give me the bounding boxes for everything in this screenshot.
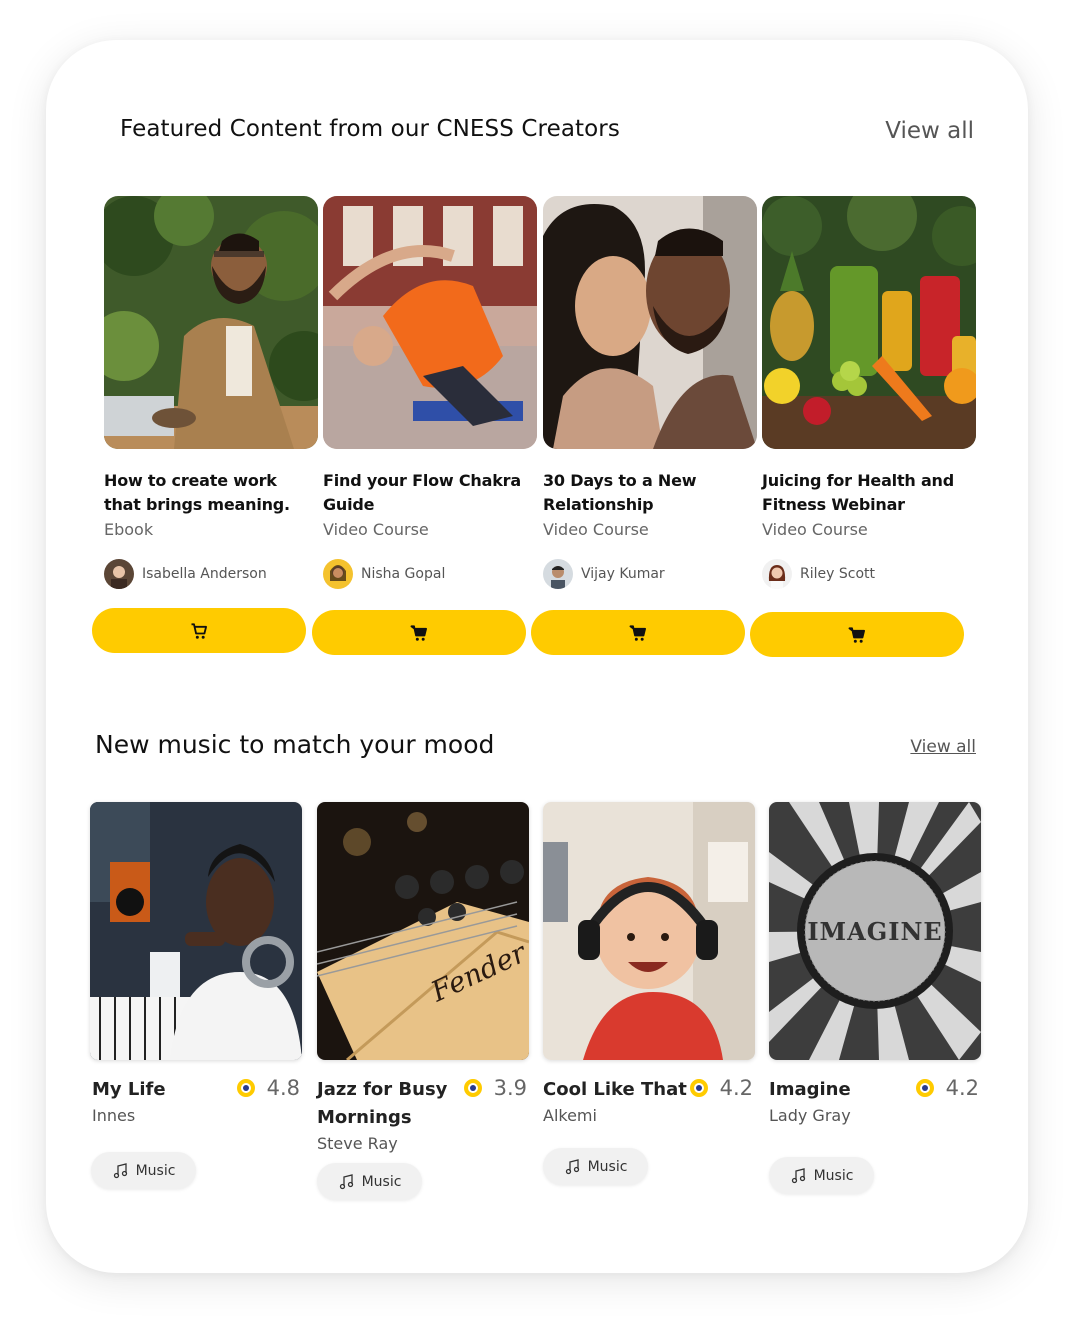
author[interactable]: Vijay Kumar [543,559,757,589]
featured-thumbnail[interactable] [104,196,318,449]
author[interactable]: Isabella Anderson [104,559,318,589]
featured-type: Ebook [104,520,154,539]
avatar [762,559,792,589]
cart-icon [410,624,427,641]
music-cover[interactable] [543,802,755,1060]
featured-title[interactable]: Find your Flow Chakra Guide [323,469,537,517]
music-title-row: Cool Like That 4.2 [543,1076,757,1104]
music-artist: Lady Gray [769,1106,851,1125]
music-tag-label: Music [361,1173,402,1190]
music-title[interactable]: Cool Like That [543,1076,693,1104]
avatar [543,559,573,589]
add-to-cart-button[interactable] [750,612,964,657]
avatar [104,559,134,589]
featured-type: Video Course [543,520,649,539]
music-cover[interactable]: IMAGINE [769,802,981,1060]
cart-icon [629,624,646,641]
music-title-row: Jazz for Busy Mornings 3.9 [317,1076,531,1132]
featured-title[interactable]: Juicing for Health and Fitness Webinar [762,469,976,517]
rating: 4.2 [915,1076,979,1100]
featured-thumbnail[interactable] [323,196,537,449]
rating: 3.9 [463,1076,527,1100]
author-name: Nisha Gopal [361,566,446,582]
content-panel: Featured Content from our CNESS Creators… [46,40,1028,1273]
coin-icon [463,1079,482,1097]
featured-thumbnail[interactable] [543,196,757,449]
music-card[interactable]: My Life 4.8 Innes [90,802,304,1125]
featured-title[interactable]: 30 Days to a New Relationship [543,469,757,517]
featured-thumbnail[interactable] [762,196,976,449]
coin-icon [236,1079,255,1097]
author-name: Riley Scott [800,566,875,582]
add-to-cart-button[interactable] [92,608,306,653]
imagine-cover-text: IMAGINE [807,917,942,946]
music-tag-label: Music [813,1167,854,1184]
music-note-icon [565,1158,579,1174]
music-card[interactable]: IMAGINE Imagine 4.2 Lady Gray [769,802,983,1125]
music-note-icon [113,1162,127,1178]
music-artist: Alkemi [543,1106,597,1125]
featured-type: Video Course [762,520,868,539]
author-name: Isabella Anderson [142,566,267,582]
music-card[interactable]: Cool Like That 4.2 Alkemi [543,802,757,1125]
music-title[interactable]: Jazz for Busy Mornings [317,1076,457,1132]
music-cover[interactable] [90,802,302,1060]
music-tag[interactable]: Music [543,1148,648,1185]
music-tag[interactable]: Music [91,1152,196,1189]
music-note-icon [791,1167,805,1183]
music-tag-label: Music [135,1162,176,1179]
music-section-title: New music to match your mood [95,730,495,759]
music-title-row: My Life 4.8 [90,1076,304,1104]
rating-value: 4.2 [719,1076,753,1100]
rating-value: 4.8 [266,1076,300,1100]
music-card[interactable]: Fender Jazz for Busy Mornings 3.9 Steve … [317,802,531,1153]
music-title-row: Imagine 4.2 [769,1076,983,1104]
music-title[interactable]: Imagine [769,1076,909,1104]
rating: 4.2 [689,1076,753,1100]
featured-type: Video Course [323,520,429,539]
cart-icon [191,622,207,639]
music-tag[interactable]: Music [317,1163,422,1200]
featured-card[interactable]: How to create work that brings meaning. … [104,196,318,589]
featured-title[interactable]: How to create work that brings meaning. [104,469,318,517]
music-artist: Innes [92,1106,136,1125]
featured-card[interactable]: 30 Days to a New Relationship Video Cour… [543,196,757,589]
music-tag-label: Music [587,1158,628,1175]
avatar [323,559,353,589]
coin-icon [915,1079,934,1097]
music-note-icon [339,1173,353,1189]
featured-view-all-link[interactable]: View all [885,118,974,144]
rating-value: 4.2 [945,1076,979,1100]
featured-card[interactable]: Juicing for Health and Fitness Webinar V… [762,196,976,589]
cart-icon [848,626,865,643]
add-to-cart-button[interactable] [531,610,745,655]
coin-icon [689,1079,708,1097]
rating: 4.8 [236,1076,300,1100]
author-name: Vijay Kumar [581,566,665,582]
music-tag[interactable]: Music [769,1157,874,1194]
music-view-all-link[interactable]: View all [910,737,976,757]
music-title[interactable]: My Life [92,1076,232,1104]
add-to-cart-button[interactable] [312,610,526,655]
music-cover[interactable]: Fender [317,802,529,1060]
featured-card[interactable]: Find your Flow Chakra Guide Video Course… [323,196,537,589]
author[interactable]: Riley Scott [762,559,976,589]
author[interactable]: Nisha Gopal [323,559,537,589]
rating-value: 3.9 [493,1076,527,1100]
featured-section-title: Featured Content from our CNESS Creators [120,116,620,142]
music-artist: Steve Ray [317,1134,398,1153]
